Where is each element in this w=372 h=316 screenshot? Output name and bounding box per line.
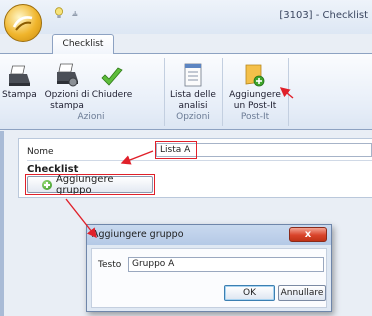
annotation-highlight-nome [155,141,197,159]
quick-access-toolbar: ⫨ [54,7,78,19]
ribbon-separator [164,58,165,126]
ribbon-separator [222,58,223,126]
title-bar: ⫨ [3103] - Checklist [0,0,372,34]
dialog-body: Testo Gruppo A OK Annullare [91,248,327,308]
group-label-opzioni: Opzioni [176,112,210,122]
row-divider [27,160,372,161]
close-label: Chiudere [91,90,133,100]
testo-label: Testo [98,260,122,270]
ribbon: Stampa Opzioni di stampa Chiudere Lista … [0,53,372,130]
ok-button[interactable]: OK [224,285,275,301]
dialog-close-button[interactable]: x [289,227,327,242]
post-it-add-icon [245,64,265,87]
analysis-list-button[interactable]: Lista delle analisi [168,58,218,112]
testo-input[interactable]: Gruppo A [128,257,324,272]
print-button[interactable]: Stampa [2,58,37,101]
lightbulb-icon[interactable] [54,7,64,19]
add-group-dialog: Aggiungere gruppo x Testo Gruppo A OK An… [86,224,332,312]
group-label-azioni: Azioni [77,112,105,122]
printer-settings-icon [57,63,78,87]
close-button[interactable]: Chiudere [88,58,136,101]
window-title: [3103] - Checklist [279,10,368,21]
printer-icon [9,65,30,86]
print-options-button[interactable]: Opzioni di stampa [44,58,90,112]
add-post-it-button[interactable]: Aggiungere un Post-It [228,58,282,112]
app-menu-button[interactable] [4,4,42,42]
print-label: Stampa [2,90,37,100]
checkmark-icon [101,67,123,86]
tab-checklist[interactable]: Checklist [52,34,114,54]
annotation-highlight-add-group [25,174,155,195]
print-options-label: Opzioni di stampa [44,90,90,111]
app-logo-icon [12,16,33,31]
cancel-button[interactable]: Annullare [278,285,326,301]
ribbon-separator [288,58,289,126]
add-post-it-label: Aggiungere un Post-It [229,90,281,111]
group-label-post-it: Post-It [240,112,270,122]
list-document-icon [184,63,202,87]
left-edge-bar [0,131,4,316]
customize-toolbar-icon[interactable]: ⫨ [72,8,78,19]
analysis-list-label: Lista delle analisi [170,90,216,111]
nome-label: Nome [27,147,54,157]
